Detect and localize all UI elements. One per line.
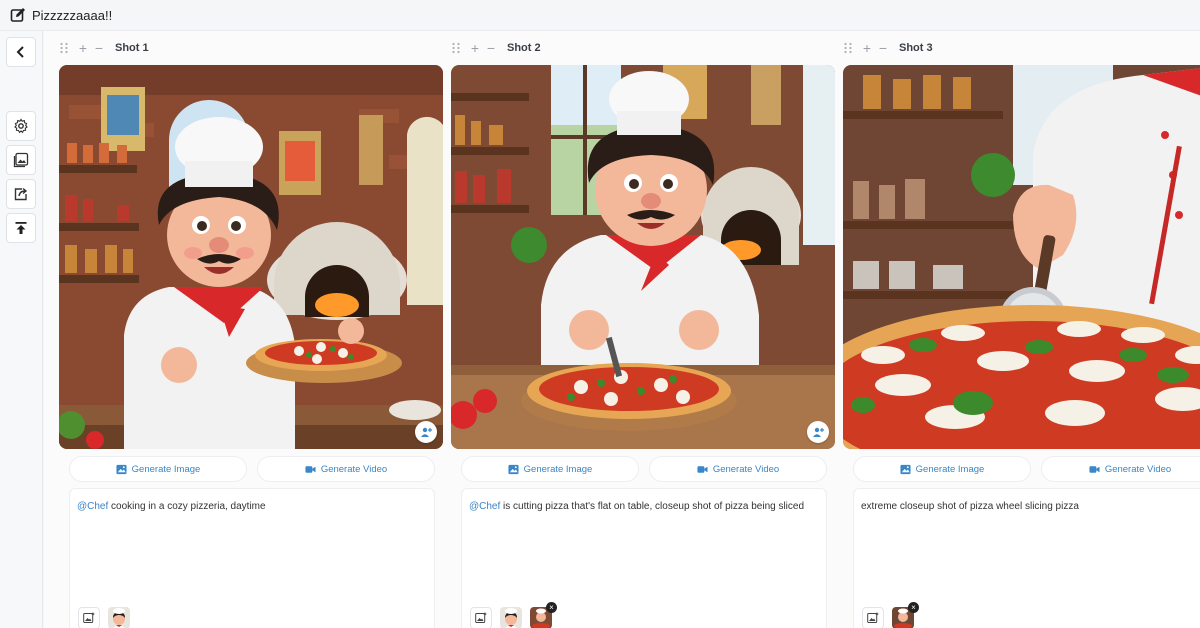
- drag-handle-icon[interactable]: [843, 42, 853, 54]
- generate-image-label: Generate Image: [915, 463, 985, 475]
- shot-card-1: + − Shot 1 Generate Image Generate Video…: [59, 31, 443, 628]
- shot-header: + − Shot 3: [843, 39, 933, 57]
- prompt-field[interactable]: @Chef is cutting pizza that's flat on ta…: [461, 488, 827, 628]
- drag-handle-icon[interactable]: [59, 42, 69, 54]
- prompt-assets: ×: [470, 602, 557, 628]
- character-mention[interactable]: @Chef: [77, 501, 108, 512]
- prompt-assets: ×: [862, 602, 919, 628]
- chef-character-thumbnail[interactable]: [108, 607, 130, 628]
- add-character-icon: [421, 427, 432, 437]
- generate-actions: Generate Image Generate Video: [853, 456, 1200, 482]
- generate-video-label: Generate Video: [712, 463, 780, 475]
- image-icon: [508, 464, 519, 474]
- shot-label: Shot 3: [899, 42, 933, 54]
- shot-header: + − Shot 2: [451, 39, 541, 57]
- project-title[interactable]: Pizzzzzaaaa!!: [32, 8, 112, 23]
- add-shot-button[interactable]: +: [859, 41, 875, 55]
- settings-button[interactable]: [6, 111, 36, 141]
- shot-image[interactable]: [451, 65, 835, 449]
- image-icon: [116, 464, 127, 474]
- upload-icon: [15, 222, 27, 234]
- character-mention[interactable]: @Chef: [469, 501, 500, 512]
- prompt-text: is cutting pizza that's flat on table, c…: [500, 501, 805, 512]
- add-shot-button[interactable]: +: [467, 41, 483, 55]
- reference-image-attachment[interactable]: ×: [892, 602, 919, 628]
- upload-button[interactable]: [6, 213, 36, 243]
- share-icon: [14, 187, 28, 201]
- image-icon: [900, 464, 911, 474]
- generate-video-button[interactable]: Generate Video: [1041, 456, 1200, 482]
- drag-handle-icon[interactable]: [451, 42, 461, 54]
- add-image-icon: [867, 612, 879, 623]
- generate-image-label: Generate Image: [131, 463, 201, 475]
- prompt-text: cooking in a cozy pizzeria, daytime: [108, 501, 266, 512]
- remove-attachment-icon[interactable]: ×: [546, 602, 557, 613]
- generate-actions: Generate Image Generate Video: [69, 456, 435, 482]
- character-badge[interactable]: [415, 421, 437, 443]
- shot-image[interactable]: [59, 65, 443, 449]
- generate-image-label: Generate Image: [523, 463, 593, 475]
- edit-icon[interactable]: [10, 7, 26, 23]
- remove-attachment-icon[interactable]: ×: [908, 602, 919, 613]
- shot-label: Shot 2: [507, 42, 541, 54]
- prompt-text: extreme closeup shot of pizza wheel slic…: [861, 501, 1079, 512]
- generate-image-button[interactable]: Generate Image: [69, 456, 247, 482]
- shot-card-3: + − Shot 3 Generate Image Generate Video…: [843, 31, 1200, 628]
- gear-icon: [14, 118, 28, 134]
- share-button[interactable]: [6, 179, 36, 209]
- video-camera-icon: [305, 465, 316, 473]
- shot-2-scene-image: [451, 65, 835, 449]
- top-bar: Pizzzzzaaaa!!: [0, 0, 1200, 31]
- shot-header: + − Shot 1: [59, 39, 149, 57]
- add-reference-image-button[interactable]: [78, 607, 100, 628]
- generate-video-label: Generate Video: [320, 463, 388, 475]
- prompt-field[interactable]: extreme closeup shot of pizza wheel slic…: [853, 488, 1200, 628]
- chevron-left-icon: [16, 46, 24, 58]
- add-image-icon: [83, 612, 95, 623]
- generate-image-button[interactable]: Generate Image: [853, 456, 1031, 482]
- gallery-icon: [13, 152, 29, 168]
- shot-image[interactable]: [843, 65, 1200, 449]
- character-badge[interactable]: [807, 421, 829, 443]
- back-button[interactable]: [6, 37, 36, 67]
- add-image-icon: [475, 612, 487, 623]
- chef-avatar: [108, 607, 130, 628]
- shot-1-scene-image: [59, 65, 443, 449]
- add-reference-image-button[interactable]: [862, 607, 884, 628]
- generate-video-button[interactable]: Generate Video: [649, 456, 827, 482]
- shot-card-2: + − Shot 2 Generate Image Generate Video…: [451, 31, 835, 628]
- shot-label: Shot 1: [115, 42, 149, 54]
- add-character-icon: [813, 427, 824, 437]
- prompt-assets: [78, 607, 130, 628]
- video-camera-icon: [697, 465, 708, 473]
- chef-avatar: [500, 607, 522, 628]
- remove-shot-button[interactable]: −: [91, 41, 107, 55]
- add-shot-button[interactable]: +: [75, 41, 91, 55]
- reference-image-attachment[interactable]: ×: [530, 602, 557, 628]
- remove-shot-button[interactable]: −: [483, 41, 499, 55]
- generate-actions: Generate Image Generate Video: [461, 456, 827, 482]
- remove-shot-button[interactable]: −: [875, 41, 891, 55]
- prompt-field[interactable]: @Chef cooking in a cozy pizzeria, daytim…: [69, 488, 435, 628]
- generate-image-button[interactable]: Generate Image: [461, 456, 639, 482]
- shot-3-scene-image: [843, 65, 1200, 449]
- video-camera-icon: [1089, 465, 1100, 473]
- chef-character-thumbnail[interactable]: [500, 607, 522, 628]
- shots-board: + − Shot 1 Generate Image Generate Video…: [44, 31, 1200, 628]
- sidebar: [0, 31, 43, 628]
- add-reference-image-button[interactable]: [470, 607, 492, 628]
- generate-video-button[interactable]: Generate Video: [257, 456, 435, 482]
- gallery-button[interactable]: [6, 145, 36, 175]
- generate-video-label: Generate Video: [1104, 463, 1172, 475]
